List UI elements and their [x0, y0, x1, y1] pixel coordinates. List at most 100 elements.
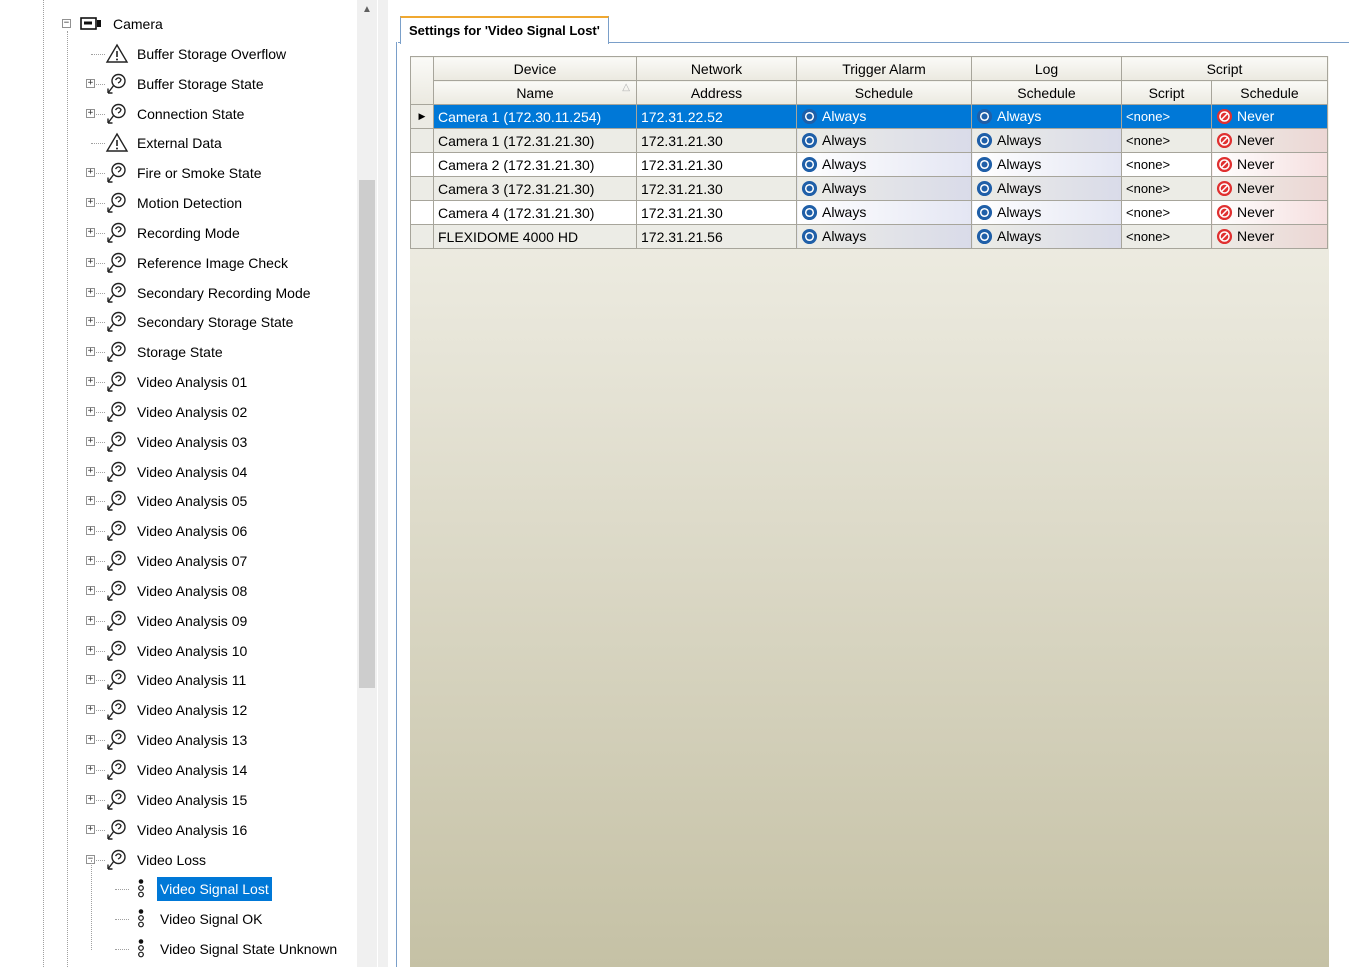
cell-log-schedule[interactable]: Always [971, 176, 1122, 201]
expand-toggle-icon[interactable]: + [86, 109, 95, 118]
tree-item[interactable]: Video Analysis 14 [134, 758, 250, 782]
expand-toggle-icon[interactable]: + [86, 467, 95, 476]
tree-item[interactable]: Secondary Recording Mode [134, 281, 314, 305]
cell-script[interactable]: <none> [1121, 224, 1212, 249]
row-selector[interactable]: ▶ [410, 104, 434, 129]
column-header-name[interactable]: Name △ [433, 80, 637, 105]
tree-item[interactable]: Recording Mode [134, 221, 243, 245]
tree-item[interactable]: Motion Detection [134, 191, 245, 215]
cell-script-schedule[interactable]: Never [1211, 224, 1328, 249]
cell-log-schedule[interactable]: Always [971, 200, 1122, 225]
cell-script-schedule[interactable]: Never [1211, 200, 1328, 225]
tree-item[interactable]: Video Analysis 05 [134, 489, 250, 513]
cell-alarm-schedule[interactable]: Always [796, 224, 972, 249]
collapse-toggle-icon[interactable]: − [62, 19, 71, 28]
tree-item[interactable]: Buffer Storage State [134, 72, 267, 96]
tree-item[interactable]: Storage State [134, 340, 226, 364]
tree-item[interactable]: Fire or Smoke State [134, 161, 265, 185]
tree-item[interactable]: Reference Image Check [134, 251, 291, 275]
cell-network-address[interactable]: 172.31.21.30 [636, 152, 797, 177]
tree-item[interactable]: External Data [134, 131, 225, 155]
expand-toggle-icon[interactable]: + [86, 825, 95, 834]
expand-toggle-icon[interactable]: + [86, 765, 95, 774]
expand-toggle-icon[interactable]: + [86, 198, 95, 207]
cell-device-name[interactable]: Camera 4 (172.31.21.30) [433, 200, 637, 225]
tree-item[interactable]: Video Analysis 07 [134, 549, 250, 573]
cell-network-address[interactable]: 172.31.22.52 [636, 104, 797, 129]
tree-item[interactable]: Video Analysis 04 [134, 460, 250, 484]
expand-toggle-icon[interactable]: + [86, 407, 95, 416]
device-event-tree[interactable]: − Camera Buffer Storage Overflow + Buffer St… [0, 0, 378, 967]
tree-item[interactable]: Video Analysis 15 [134, 788, 250, 812]
expand-toggle-icon[interactable]: + [86, 288, 95, 297]
expand-toggle-icon[interactable]: + [86, 496, 95, 505]
cell-script-schedule[interactable]: Never [1211, 176, 1328, 201]
scroll-up-arrow-icon[interactable]: ▲ [357, 0, 377, 20]
cell-network-address[interactable]: 172.31.21.56 [636, 224, 797, 249]
tree-item[interactable]: Video Analysis 03 [134, 430, 250, 454]
tree-item[interactable]: Buffer Storage Overflow [134, 42, 289, 66]
tree-item[interactable]: Video Analysis 01 [134, 370, 250, 394]
cell-log-schedule[interactable]: Always [971, 104, 1122, 129]
cell-script[interactable]: <none> [1121, 104, 1212, 129]
expand-toggle-icon[interactable]: + [86, 526, 95, 535]
cell-script-schedule[interactable]: Never [1211, 128, 1328, 153]
table-row[interactable]: ▶ Camera 1 (172.30.11.254) 172.31.22.52 Alw… [410, 104, 1328, 129]
cell-alarm-schedule[interactable]: Always [796, 128, 972, 153]
expand-toggle-icon[interactable]: + [86, 675, 95, 684]
tree-item[interactable]: Video Analysis 12 [134, 698, 250, 722]
tree-item-event[interactable]: Video Signal State Unknown [157, 937, 340, 961]
expand-toggle-icon[interactable]: + [86, 437, 95, 446]
expand-toggle-icon[interactable]: + [86, 347, 95, 356]
row-selector[interactable] [410, 128, 434, 153]
expand-toggle-icon[interactable]: + [86, 586, 95, 595]
row-selector[interactable] [410, 152, 434, 177]
pane-splitter[interactable] [378, 0, 388, 967]
cell-script[interactable]: <none> [1121, 128, 1212, 153]
cell-alarm-schedule[interactable]: Always [796, 200, 972, 225]
cell-log-schedule[interactable]: Always [971, 224, 1122, 249]
tree-item[interactable]: Video Analysis 11 [134, 668, 249, 692]
tab-settings[interactable]: Settings for 'Video Signal Lost' [400, 16, 609, 44]
table-row[interactable]: Camera 1 (172.31.21.30) 172.31.21.30 Alway… [410, 128, 1328, 153]
column-header-script[interactable]: Script [1121, 80, 1212, 105]
expand-toggle-icon[interactable]: + [86, 79, 95, 88]
table-row[interactable]: Camera 4 (172.31.21.30) 172.31.21.30 Alway… [410, 200, 1328, 225]
cell-script[interactable]: <none> [1121, 176, 1212, 201]
tree-item[interactable]: Video Analysis 13 [134, 728, 250, 752]
column-header-log-schedule[interactable]: Schedule [971, 80, 1122, 105]
tree-item[interactable]: Video Analysis 02 [134, 400, 250, 424]
cell-device-name[interactable]: Camera 2 (172.31.21.30) [433, 152, 637, 177]
tree-scrollbar[interactable]: ▲ [357, 0, 377, 967]
table-row[interactable]: FLEXIDOME 4000 HD 172.31.21.56 Always Alway… [410, 224, 1328, 249]
tree-item[interactable]: Video Loss [134, 848, 209, 872]
cell-network-address[interactable]: 172.31.21.30 [636, 200, 797, 225]
cell-network-address[interactable]: 172.31.21.30 [636, 176, 797, 201]
tree-item[interactable]: Connection State [134, 102, 247, 126]
expand-toggle-icon[interactable]: + [86, 616, 95, 625]
cell-log-schedule[interactable]: Always [971, 128, 1122, 153]
tree-item[interactable]: Video Analysis 10 [134, 639, 250, 663]
cell-device-name[interactable]: FLEXIDOME 4000 HD [433, 224, 637, 249]
cell-device-name[interactable]: Camera 1 (172.30.11.254) [433, 104, 637, 129]
expand-toggle-icon[interactable]: + [86, 556, 95, 565]
expand-toggle-icon[interactable]: + [86, 317, 95, 326]
expand-toggle-icon[interactable]: + [86, 168, 95, 177]
expand-toggle-icon[interactable]: + [86, 646, 95, 655]
column-header-address[interactable]: Address [636, 80, 797, 105]
cell-alarm-schedule[interactable]: Always [796, 104, 972, 129]
column-header-script-schedule[interactable]: Schedule [1211, 80, 1328, 105]
expand-toggle-icon[interactable]: + [86, 705, 95, 714]
expand-toggle-icon[interactable]: + [86, 228, 95, 237]
expand-toggle-icon[interactable]: + [86, 258, 95, 267]
cell-script-schedule[interactable]: Never [1211, 152, 1328, 177]
cell-device-name[interactable]: Camera 1 (172.31.21.30) [433, 128, 637, 153]
tree-item-event[interactable]: Video Signal OK [157, 907, 265, 931]
expand-toggle-icon[interactable]: + [86, 735, 95, 744]
cell-script-schedule[interactable]: Never [1211, 104, 1328, 129]
tree-item-selected[interactable]: Video Signal Lost [157, 877, 272, 901]
expand-toggle-icon[interactable]: + [86, 377, 95, 386]
cell-network-address[interactable]: 172.31.21.30 [636, 128, 797, 153]
expand-toggle-icon[interactable]: + [86, 795, 95, 804]
tree-item[interactable]: Video Analysis 08 [134, 579, 250, 603]
